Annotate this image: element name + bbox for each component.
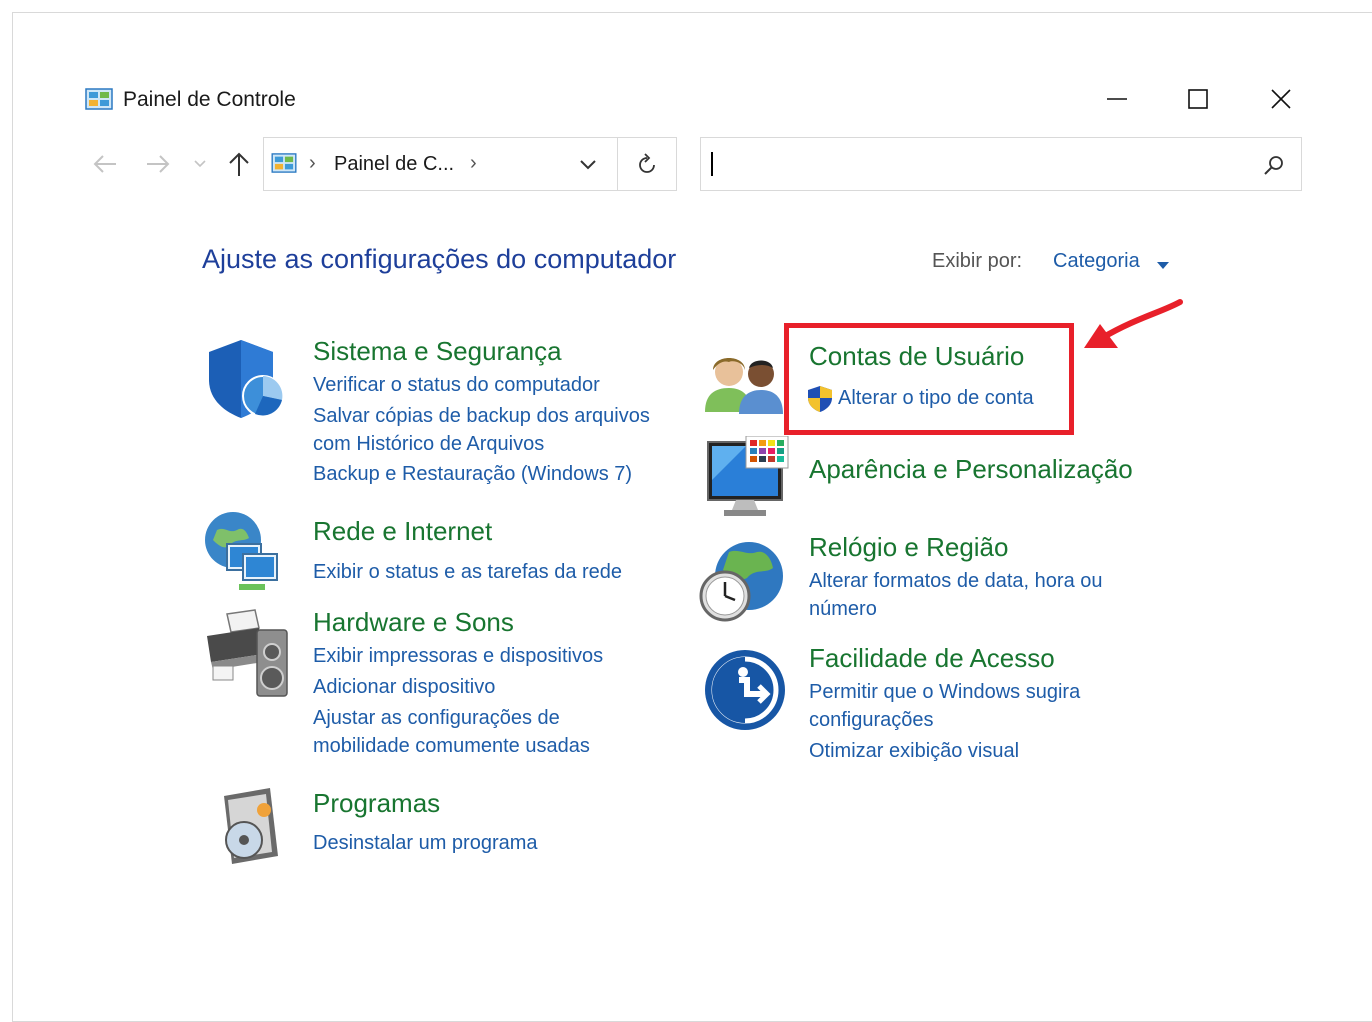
window-title: Painel de Controle bbox=[123, 88, 296, 111]
maximize-icon bbox=[1188, 89, 1208, 109]
close-icon bbox=[1271, 89, 1291, 109]
link-formatos-data-hora[interactable]: Alterar formatos de data, hora ou número bbox=[809, 567, 1139, 623]
breadcrumb-separator[interactable]: › bbox=[309, 152, 316, 175]
category-title-facilidade-acesso[interactable]: Facilidade de Acesso bbox=[809, 643, 1055, 674]
page-heading: Ajuste as configurações do computador bbox=[202, 244, 677, 274]
link-salvar-copias[interactable]: Salvar cópias de backup dos arquivos com… bbox=[313, 402, 683, 458]
link-otimizar-exibicao[interactable]: Otimizar exibição visual bbox=[809, 737, 1019, 766]
category-title-rede-internet[interactable]: Rede e Internet bbox=[313, 516, 492, 547]
network-globe-icon[interactable] bbox=[203, 508, 289, 599]
forward-arrow-icon bbox=[147, 155, 170, 173]
forward-button[interactable] bbox=[144, 150, 172, 178]
search-icon bbox=[1264, 156, 1283, 175]
address-control-panel-icon bbox=[271, 153, 297, 173]
search-input[interactable] bbox=[700, 137, 1302, 191]
breadcrumb-control-panel[interactable]: Painel de C... bbox=[334, 153, 454, 176]
ease-of-access-icon[interactable] bbox=[703, 648, 787, 737]
recent-locations-button[interactable] bbox=[190, 150, 210, 178]
up-button[interactable] bbox=[225, 150, 253, 178]
text-caret bbox=[711, 152, 713, 176]
programs-disc-icon[interactable] bbox=[214, 786, 286, 873]
view-by-label: Exibir por: bbox=[932, 250, 1023, 272]
close-button[interactable] bbox=[1266, 84, 1296, 114]
minimize-icon bbox=[1107, 98, 1127, 100]
monitor-palette-icon[interactable] bbox=[706, 435, 792, 527]
link-backup-restauracao[interactable]: Backup e Restauração (Windows 7) bbox=[313, 460, 683, 489]
chevron-down-icon bbox=[194, 160, 206, 168]
link-windows-sugira[interactable]: Permitir que o Windows sugira configuraç… bbox=[809, 678, 1139, 734]
dropdown-arrow-icon[interactable] bbox=[1156, 257, 1170, 275]
breadcrumb-separator-end[interactable]: › bbox=[470, 152, 477, 175]
user-accounts-icon[interactable] bbox=[703, 350, 785, 421]
category-title-hardware-sons[interactable]: Hardware e Sons bbox=[313, 607, 514, 638]
chevron-down-icon bbox=[580, 160, 596, 170]
link-adicionar-dispositivo[interactable]: Adicionar dispositivo bbox=[313, 673, 495, 702]
refresh-button[interactable] bbox=[636, 152, 660, 181]
link-status-rede[interactable]: Exibir o status e as tarefas da rede bbox=[313, 558, 622, 587]
annotation-highlight-box bbox=[784, 323, 1074, 435]
view-by-dropdown[interactable]: Categoria bbox=[1053, 250, 1140, 273]
link-mobilidade[interactable]: Ajustar as configurações de mobilidade c… bbox=[313, 704, 643, 760]
maximize-button[interactable] bbox=[1183, 84, 1213, 114]
category-title-relogio-regiao[interactable]: Relógio e Região bbox=[809, 532, 1008, 563]
printer-speaker-icon[interactable] bbox=[203, 606, 291, 703]
back-arrow-icon bbox=[93, 155, 116, 173]
clock-globe-icon[interactable] bbox=[699, 538, 787, 631]
category-title-sistema-seguranca[interactable]: Sistema e Segurança bbox=[313, 336, 562, 367]
search-button[interactable] bbox=[1262, 153, 1286, 182]
shield-icon[interactable] bbox=[205, 338, 291, 429]
link-impressoras-dispositivos[interactable]: Exibir impressoras e dispositivos bbox=[313, 642, 603, 671]
link-desinstalar-programa[interactable]: Desinstalar um programa bbox=[313, 829, 538, 858]
back-button[interactable] bbox=[91, 150, 119, 178]
refresh-icon bbox=[639, 153, 655, 173]
address-divider bbox=[617, 137, 618, 191]
address-history-button[interactable] bbox=[578, 158, 598, 177]
minimize-button[interactable] bbox=[1102, 84, 1132, 114]
category-title-programas[interactable]: Programas bbox=[313, 788, 440, 819]
category-title-aparencia[interactable]: Aparência e Personalização bbox=[809, 454, 1133, 485]
up-arrow-icon bbox=[229, 152, 249, 176]
control-panel-icon bbox=[85, 88, 113, 110]
link-verificar-status[interactable]: Verificar o status do computador bbox=[313, 371, 683, 400]
annotation-arrow-icon bbox=[1082, 294, 1186, 361]
